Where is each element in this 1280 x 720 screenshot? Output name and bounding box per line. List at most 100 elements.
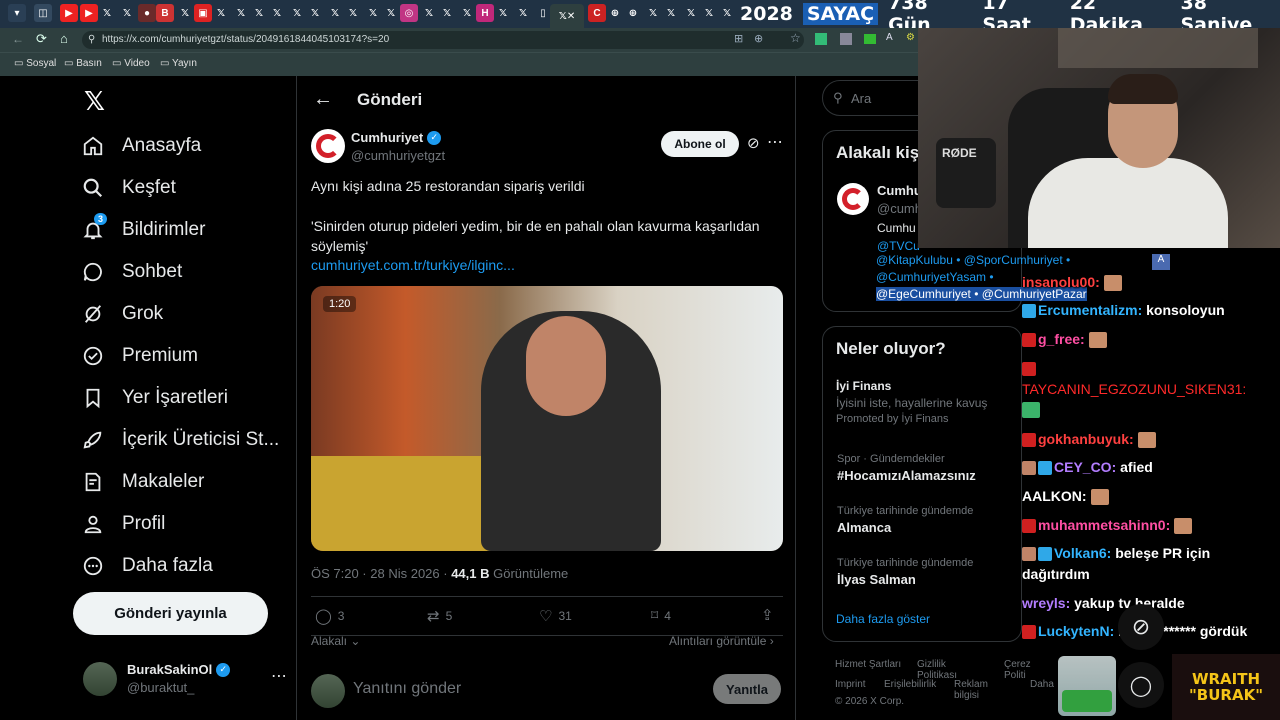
- like-button[interactable]: ♡ 31: [539, 607, 572, 625]
- post-button[interactable]: Gönderi yayınla: [73, 592, 268, 635]
- nav-item-explore[interactable]: Keşfet: [82, 170, 176, 206]
- repost-button[interactable]: ⇄ 5: [427, 607, 452, 625]
- author-avatar[interactable]: [311, 129, 345, 163]
- tab-icon[interactable]: ●: [138, 4, 156, 22]
- trend-item[interactable]: Türkiye tarihinde gündemde Almanca: [837, 505, 973, 535]
- tweet-link[interactable]: cumhuriyet.com.tr/turkiye/ilginc...: [311, 257, 515, 273]
- tweet-timestamp[interactable]: ÖS 7:20 · 28 Nis 2026 ·: [311, 566, 451, 581]
- globe-tab-icon[interactable]: ⊕: [624, 4, 642, 22]
- nav-item-profile[interactable]: Profil: [82, 506, 165, 542]
- footer-link[interactable]: Hizmet Şartları: [835, 659, 901, 670]
- more-options-icon[interactable]: ⋯: [767, 132, 783, 152]
- more-options-icon[interactable]: ⋯: [271, 666, 287, 686]
- nav-item-home[interactable]: Anasayfa: [82, 128, 201, 164]
- x-tab-icon[interactable]: 𝕏: [682, 4, 700, 22]
- b-tab-icon[interactable]: B: [156, 4, 174, 22]
- x-tab-icon[interactable]: 𝕏: [382, 4, 400, 22]
- x-tab-icon[interactable]: 𝕏: [494, 4, 512, 22]
- nav-item-more[interactable]: Daha fazla: [82, 548, 213, 584]
- tab-list-chevron-icon[interactable]: ▾: [8, 4, 26, 22]
- x-tab-icon[interactable]: 𝕏: [250, 4, 268, 22]
- x-tab-icon[interactable]: 𝕏: [306, 4, 324, 22]
- back-icon[interactable]: ←: [12, 32, 24, 46]
- x-tab-icon[interactable]: 𝕏: [176, 4, 194, 22]
- reload-icon[interactable]: ⟳: [36, 31, 47, 47]
- related-name[interactable]: Cumhu: [877, 183, 922, 198]
- x-tab-icon[interactable]: 𝕏: [700, 4, 718, 22]
- x-tab-icon[interactable]: 𝕏: [644, 4, 662, 22]
- nav-item-notifications[interactable]: 3 Bildirimler: [82, 212, 205, 248]
- account-switcher[interactable]: BurakSakinOl ✓ @buraktut_ ⋯: [83, 660, 287, 700]
- messages-float-icon[interactable]: ◯: [1118, 662, 1164, 708]
- bookmark-folder-basin[interactable]: ▭ Basın: [64, 58, 102, 69]
- footer-link[interactable]: Reklam bilgisi: [954, 679, 988, 701]
- extension-icon[interactable]: [815, 33, 827, 45]
- reply-button[interactable]: ◯ 3: [315, 607, 344, 625]
- star-icon[interactable]: ☆: [790, 31, 801, 45]
- reply-submit-button[interactable]: Yanıtla: [713, 674, 781, 704]
- footer-link[interactable]: Erişilebilirlik: [884, 679, 936, 690]
- extension-icon[interactable]: [840, 33, 852, 45]
- reply-input[interactable]: Yanıtını gönder: [353, 680, 461, 698]
- footer-link[interactable]: Daha: [1030, 679, 1054, 690]
- x-tab-icon[interactable]: 𝕏: [268, 4, 286, 22]
- trend-item[interactable]: Spor · Gündemdekiler #HocamızıAlamazsını…: [837, 453, 976, 483]
- news-tab-icon[interactable]: ▣: [194, 4, 212, 22]
- x-tab-icon[interactable]: 𝕏: [326, 4, 344, 22]
- bookmark-folder-yayin[interactable]: ▭ Yayın: [160, 58, 197, 69]
- x-tab-icon[interactable]: 𝕏: [288, 4, 306, 22]
- x-tab-icon[interactable]: 𝕏: [118, 4, 136, 22]
- x-tab-icon[interactable]: 𝕏: [718, 4, 736, 22]
- x-tab-icon[interactable]: 𝕏: [662, 4, 680, 22]
- nav-item-premium[interactable]: Premium: [82, 338, 198, 374]
- view-quotes-link[interactable]: Alıntıları görüntüle ›: [669, 634, 774, 648]
- x-logo-icon[interactable]: 𝕏: [84, 86, 105, 117]
- nav-item-creator-studio[interactable]: İçerik Üreticisi St...: [82, 422, 279, 458]
- related-bio-link[interactable]: @CumhuriyetYasam •: [876, 270, 994, 284]
- author-handle[interactable]: @cumhuriyetgzt: [351, 148, 445, 163]
- subscribe-button[interactable]: Abone ol: [661, 131, 739, 157]
- back-arrow-icon[interactable]: ←: [313, 88, 333, 111]
- site-info-icon[interactable]: ⚲: [88, 31, 95, 49]
- extension-icon[interactable]: [864, 34, 876, 44]
- x-tab-icon[interactable]: 𝕏: [364, 4, 382, 22]
- nav-item-bookmarks[interactable]: Yer İşaretleri: [82, 380, 228, 416]
- author-name[interactable]: Cumhuriyet: [351, 130, 423, 145]
- address-bar[interactable]: ⚲ https://x.com/cumhuriyetgzt/status/204…: [82, 31, 804, 49]
- footer-link[interactable]: Gizlilik Politikası: [917, 659, 957, 681]
- show-more-link[interactable]: Daha fazla göster: [836, 612, 930, 626]
- x-tab-icon[interactable]: 𝕏: [344, 4, 362, 22]
- x-tab-icon[interactable]: 𝕏: [420, 4, 438, 22]
- extension-icon[interactable]: A: [886, 32, 893, 43]
- c-tab-icon[interactable]: C: [588, 4, 606, 22]
- video-player[interactable]: 1:20: [311, 286, 783, 551]
- install-app-icon[interactable]: ⊞: [734, 32, 743, 45]
- share-icon[interactable]: ⇪: [761, 606, 774, 624]
- footer-link[interactable]: Çerez Politi: [1004, 659, 1031, 681]
- x-tab-icon[interactable]: 𝕏: [98, 4, 116, 22]
- reply-sort-dropdown[interactable]: Alakalı ⌄: [311, 634, 360, 648]
- youtube-tab-icon[interactable]: ▶: [60, 4, 78, 22]
- x-tab-icon[interactable]: 𝕏: [212, 4, 230, 22]
- x-tab-icon[interactable]: 𝕏: [232, 4, 250, 22]
- related-avatar[interactable]: [837, 183, 869, 215]
- footer-link[interactable]: Imprint: [835, 679, 866, 690]
- x-tab-icon[interactable]: 𝕏: [458, 4, 476, 22]
- related-bio-link[interactable]: @TVCu: [877, 239, 920, 253]
- x-tab-icon[interactable]: 𝕏: [514, 4, 532, 22]
- youtube-tab-icon[interactable]: ▶: [80, 4, 98, 22]
- zoom-icon[interactable]: ⊕: [754, 32, 763, 45]
- bookmark-button[interactable]: ⌑ 4: [651, 607, 671, 624]
- ad-item[interactable]: İyi Finans İyisini iste, hayallerine kav…: [836, 379, 987, 425]
- nav-item-articles[interactable]: Makaleler: [82, 464, 204, 500]
- bookmark-folder-video[interactable]: ▭ Video: [112, 58, 150, 69]
- h-tab-icon[interactable]: H: [476, 4, 494, 22]
- nav-item-grok[interactable]: Grok: [82, 296, 163, 332]
- grok-icon[interactable]: ⊘: [747, 134, 760, 152]
- related-handle[interactable]: @cumh: [877, 201, 922, 216]
- instagram-tab-icon[interactable]: ◎: [400, 4, 418, 22]
- home-icon[interactable]: ⌂: [60, 31, 68, 46]
- x-tab-icon[interactable]: 𝕏: [438, 4, 456, 22]
- active-tab[interactable]: 𝕏✕: [550, 4, 584, 28]
- workspace-tab-icon[interactable]: ◫: [34, 4, 52, 22]
